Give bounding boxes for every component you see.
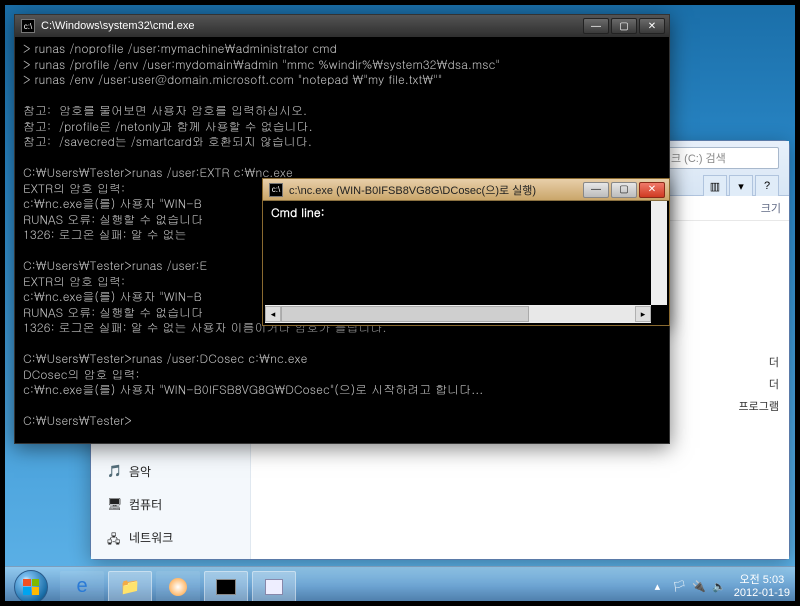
ie-icon: e: [76, 575, 87, 598]
scrollbar-vertical[interactable]: [651, 201, 667, 305]
clock-time: 오전 5:03: [734, 574, 790, 587]
computer-icon: 🖥: [107, 497, 123, 513]
scroll-track[interactable]: [281, 306, 635, 322]
nc-console[interactable]: Cmd line:: [265, 201, 651, 305]
window-buttons: — ▢ ✕: [583, 18, 665, 34]
cmd-icon: [216, 579, 236, 595]
wmp-icon: [169, 578, 187, 596]
tray-chevron-icon[interactable]: ▴: [650, 580, 664, 594]
explorer-toolbar: ▥ ▾ ?: [703, 175, 779, 197]
view-dropdown[interactable]: ▾: [729, 175, 753, 197]
cmd-titlebar[interactable]: c:\ C:\Windows\system32\cmd.exe — ▢ ✕: [15, 15, 669, 37]
sidebar-item-label: 네트워크: [129, 529, 173, 546]
flag-icon[interactable]: 🏳: [672, 580, 686, 593]
help-button[interactable]: ?: [755, 175, 779, 197]
scroll-right-icon[interactable]: ▸: [635, 306, 651, 322]
scroll-left-icon[interactable]: ◂: [265, 306, 281, 322]
power-icon[interactable]: 🔌: [692, 580, 706, 593]
start-button[interactable]: [4, 568, 58, 606]
sidebar-item-label: 컴퓨터: [129, 496, 162, 513]
nc-title: c:\nc.exe (WIN-B0IFSB8VG8G\DCosec(으)로 실행…: [289, 182, 577, 198]
sidebar-item-music[interactable]: 🎵 음악: [91, 460, 250, 483]
clock-date: 2012-01-19: [734, 587, 790, 600]
minimize-button[interactable]: —: [583, 18, 609, 34]
taskbar-item-explorer[interactable]: 📁: [108, 571, 152, 603]
system-tray: ▴ 🏳 🔌 🔈 오전 5:03 2012-01-19: [650, 574, 796, 600]
window-buttons: — ▢ ✕: [583, 182, 665, 198]
sidebar-item-network[interactable]: 🖧 네트워크: [91, 526, 250, 549]
search-input[interactable]: 크 (C:) 검색: [664, 147, 779, 169]
taskbar-item-app[interactable]: [252, 571, 296, 603]
cmd-icon: c:\: [269, 183, 283, 197]
close-button[interactable]: ✕: [639, 182, 665, 198]
sidebar-item-computer[interactable]: 🖥 컴퓨터: [91, 493, 250, 516]
maximize-button[interactable]: ▢: [611, 18, 637, 34]
sidebar-item-label: 음악: [129, 463, 151, 480]
taskbar-item-wmp[interactable]: [156, 571, 200, 603]
folder-icon: 📁: [120, 577, 140, 597]
app-icon: [265, 579, 283, 595]
taskbar: e 📁 ▴ 🏳 🔌 🔈 오전 5:03 2012-01-19: [0, 566, 800, 606]
network-icon: 🖧: [107, 530, 123, 546]
close-button[interactable]: ✕: [639, 18, 665, 34]
volume-icon[interactable]: 🔈: [712, 580, 726, 593]
taskbar-item-cmd[interactable]: [204, 571, 248, 603]
windows-logo-icon: [14, 570, 48, 604]
taskbar-item-ie[interactable]: e: [60, 571, 104, 603]
scrollbar-horizontal[interactable]: ◂ ▸: [265, 305, 651, 323]
maximize-button[interactable]: ▢: [611, 182, 637, 198]
cmd-icon: c:\: [21, 19, 35, 33]
scroll-thumb[interactable]: [281, 306, 529, 322]
nc-titlebar[interactable]: c:\ c:\nc.exe (WIN-B0IFSB8VG8G\DCosec(으)…: [263, 179, 669, 201]
clock[interactable]: 오전 5:03 2012-01-19: [734, 574, 790, 600]
search-placeholder: 크 (C:) 검색: [671, 150, 726, 166]
nc-window[interactable]: c:\ c:\nc.exe (WIN-B0IFSB8VG8G\DCosec(으)…: [262, 178, 670, 326]
music-icon: 🎵: [107, 464, 123, 480]
minimize-button[interactable]: —: [583, 182, 609, 198]
view-button[interactable]: ▥: [703, 175, 727, 197]
cmd-title: C:\Windows\system32\cmd.exe: [41, 20, 577, 32]
